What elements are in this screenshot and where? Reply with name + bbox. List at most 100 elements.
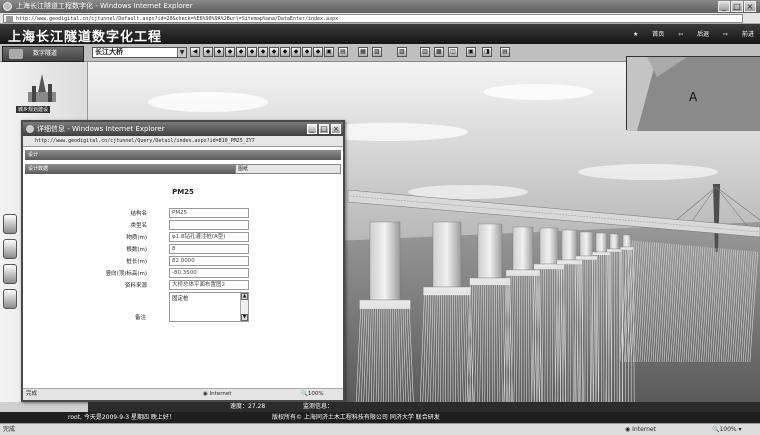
popup-address-bar[interactable]: http://www.geodigital.cn/cjtunnel/Query/…	[23, 136, 343, 147]
bridge-pier[interactable]	[579, 231, 594, 257]
field-label: 物质(m)	[126, 235, 147, 241]
address-bar: http://www.geodigital.cn/cjtunnel/Defaul…	[0, 13, 760, 24]
legend-icon[interactable]: ▤	[338, 47, 348, 57]
minimize-icon[interactable]: _	[718, 1, 730, 12]
window-titlebar: 上海长江隧道工程数字化 - Windows Internet Explorer …	[0, 0, 760, 13]
zoom-in-icon[interactable]: ◆	[247, 47, 257, 57]
bridge-pier[interactable]	[561, 229, 578, 261]
help-icon[interactable]: ▩	[434, 47, 444, 57]
popup-minimize-icon[interactable]: _	[307, 124, 317, 134]
print-icon[interactable]: ▧	[397, 47, 407, 57]
bridge-pier[interactable]	[369, 221, 401, 301]
bridge-pier[interactable]	[432, 221, 462, 288]
close-icon[interactable]: ×	[744, 1, 756, 12]
browser-statusbar: 完成 ◉ Internet 🔍100% ▾	[0, 423, 760, 435]
stop-icon[interactable]: ◆	[203, 47, 213, 57]
app-title: 上海长江隧道数字化工程	[8, 30, 163, 45]
pan-icon[interactable]: ◆	[280, 47, 290, 57]
text-icon[interactable]: ◫	[448, 47, 458, 57]
layers-icon[interactable]: ◆	[291, 47, 301, 57]
location-select[interactable]: 长江大桥 ▼	[92, 47, 187, 58]
ie-icon	[3, 2, 12, 11]
bridge-pier[interactable]	[539, 227, 559, 265]
zoom-control[interactable]: 🔍100% ▾	[712, 424, 742, 435]
sidebar-tool-1-icon[interactable]	[3, 214, 17, 234]
rotate-icon[interactable]: ◆	[236, 47, 246, 57]
notes-textarea[interactable]: 固定桩 ▲ ▼	[169, 292, 249, 322]
bridge-pier[interactable]	[477, 223, 503, 279]
zoom-label: 100%	[719, 426, 737, 433]
measure-area-icon[interactable]: ▦	[358, 47, 368, 57]
field-row: 结构名 PM25	[23, 208, 269, 219]
field-row: 桩长(m) 82.0000	[23, 256, 269, 267]
forward-label: 前进	[741, 31, 754, 38]
map-view-icon[interactable]: ◨	[482, 47, 492, 57]
home-label: 首页	[652, 31, 665, 38]
field-value[interactable]: 8	[169, 244, 249, 254]
popup-zoom-label: 100%	[307, 391, 324, 397]
sidebar-tool-2-icon[interactable]	[3, 239, 17, 259]
field-label: 竖向(顶)标高(m)	[105, 271, 147, 277]
popup-close-icon[interactable]: ×	[331, 124, 341, 134]
bridge-pier[interactable]	[595, 232, 608, 253]
field-value[interactable]: 大桥总体平面布置图2	[169, 280, 249, 290]
info-icon[interactable]: ▣	[324, 47, 334, 57]
app-header: 上海长江隧道数字化工程 ★ 首页 ⇦ 后退 ⇨ 前进	[0, 24, 760, 45]
overview-map[interactable]: A	[626, 56, 760, 131]
tunnel-icon	[9, 49, 23, 59]
pile-cap	[606, 248, 623, 253]
bridge-pier[interactable]	[609, 233, 620, 250]
window-title: 上海长江隧道工程数字化 - Windows Internet Explorer	[16, 2, 193, 10]
play-reverse-icon[interactable]: ◀	[190, 47, 200, 57]
scroll-up-icon[interactable]: ▲	[241, 293, 248, 300]
field-value[interactable]: φ1.8钻孔灌注桩(A型)	[169, 232, 249, 242]
home-link[interactable]: ★ 首页	[633, 31, 664, 38]
notes-scrollbar[interactable]: ▲ ▼	[240, 293, 248, 321]
field-row: 竖向(顶)标高(m) -80.3500	[23, 268, 269, 279]
field-label: 类型名	[130, 223, 147, 229]
url-field[interactable]: http://www.geodigital.cn/cjtunnel/Defaul…	[3, 14, 743, 23]
bridge-pier[interactable]	[512, 226, 534, 271]
sidebar-tool-3-icon[interactable]	[3, 264, 17, 284]
digital-tunnel-label: 数字隧道	[33, 50, 58, 57]
field-value[interactable]: PM25	[169, 208, 249, 218]
settings-icon[interactable]: ▣	[466, 47, 476, 57]
greeting-text: root, 今天是2009-9-3 星期四 晚上好！	[68, 414, 175, 421]
maximize-icon[interactable]: □	[731, 1, 743, 12]
jump-icon[interactable]: ◆	[214, 47, 224, 57]
popup-maximize-icon[interactable]: □	[319, 124, 329, 134]
url-text: http://www.geodigital.cn/cjtunnel/Defaul…	[16, 16, 339, 22]
field-value[interactable]	[169, 220, 249, 230]
pile-cap	[575, 255, 598, 261]
overview-map-drawing: A	[627, 57, 760, 131]
popup-zoom[interactable]: 🔍100%	[301, 389, 324, 400]
grid-icon[interactable]: ◆	[302, 47, 312, 57]
overview-map-label: A	[689, 90, 698, 104]
status-text: 完成	[3, 426, 16, 433]
tab-design-data[interactable]: 设计数据	[25, 164, 235, 174]
location-select-value: 长江大桥	[95, 48, 123, 56]
design-section-bar[interactable]: 设计	[25, 150, 341, 160]
hand-icon[interactable]: ◆	[225, 47, 235, 57]
screenshot-icon[interactable]: ▨	[372, 47, 382, 57]
scene-info-strip: 速度：27.28 监测信息：	[88, 402, 760, 412]
tab-drawings[interactable]: 图纸	[235, 164, 341, 174]
measure-icon[interactable]: ◆	[269, 47, 279, 57]
chevron-down-icon[interactable]: ▼	[177, 48, 186, 57]
field-value[interactable]: -80.3500	[169, 268, 249, 278]
back-link[interactable]: ⇦ 后退	[678, 31, 709, 38]
field-label: 资料来源	[124, 283, 147, 289]
field-value[interactable]: 82.0000	[169, 256, 249, 266]
map-icon[interactable]: ▥	[420, 47, 430, 57]
zone-indicator: ◉ Internet	[625, 426, 656, 433]
digital-tunnel-button[interactable]: 数字隧道	[2, 46, 84, 62]
notes-label: 备注	[135, 315, 147, 321]
app-footer: root, 今天是2009-9-3 星期四 晚上好！ 版权所有© 上海同济土木工…	[0, 412, 760, 423]
monitor-info: 监测信息：	[303, 403, 334, 410]
select-icon[interactable]: ◆	[313, 47, 323, 57]
forward-link[interactable]: ⇨ 前进	[723, 31, 754, 38]
fly-icon[interactable]: ▤	[500, 47, 510, 57]
zoom-out-icon[interactable]: ◆	[258, 47, 268, 57]
sidebar-tool-4-icon[interactable]	[3, 289, 17, 309]
scroll-down-icon[interactable]: ▼	[241, 314, 248, 321]
